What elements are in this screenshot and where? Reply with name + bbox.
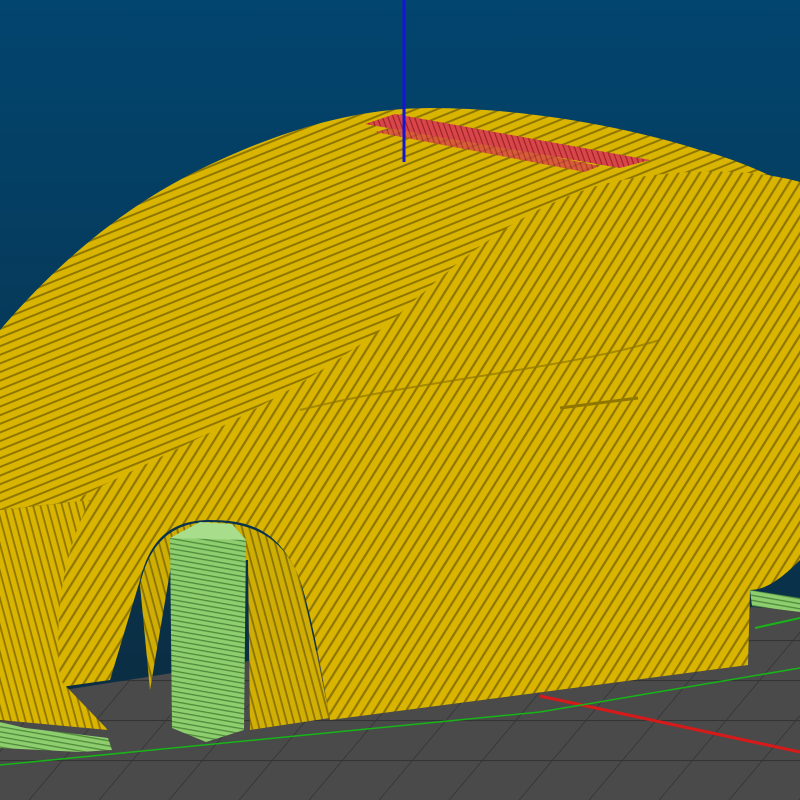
- sliced-model-preview[interactable]: [0, 0, 800, 800]
- 3d-preview-viewport[interactable]: [0, 0, 800, 800]
- support-pillar: [170, 524, 246, 742]
